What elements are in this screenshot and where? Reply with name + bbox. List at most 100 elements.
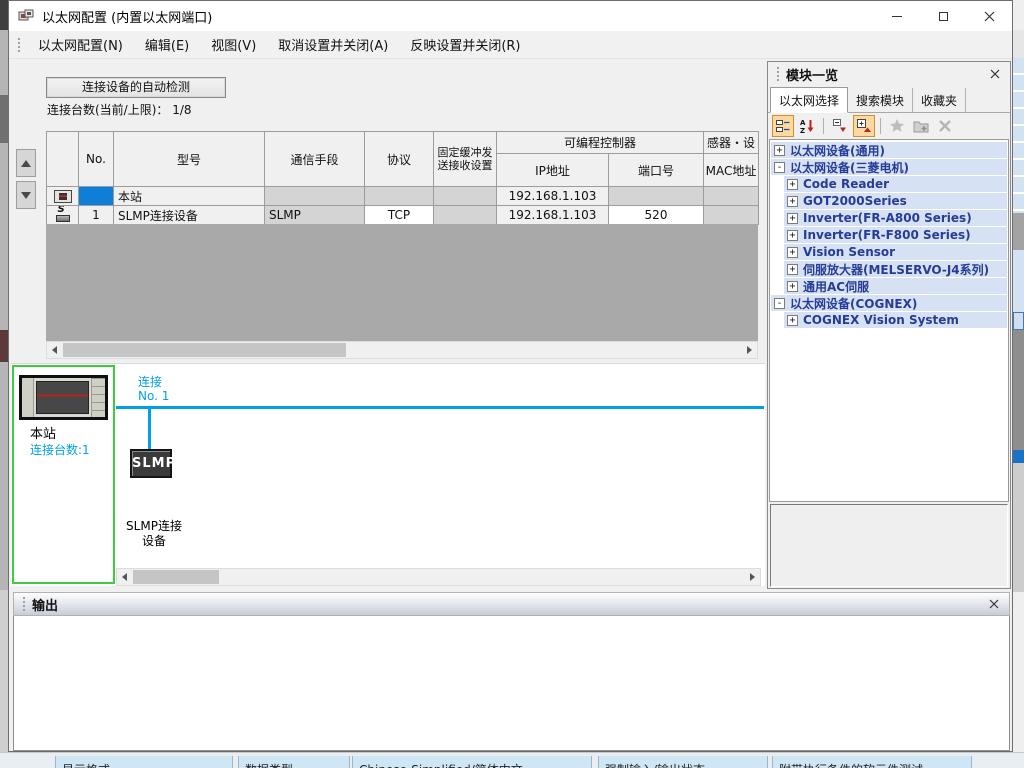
menu-ethernet-config[interactable]: 以太网配置(N) bbox=[27, 31, 134, 58]
background-window-left-edge bbox=[0, 0, 8, 768]
table-horizontal-scrollbar[interactable] bbox=[46, 341, 758, 359]
cell-port[interactable]: 520 bbox=[607, 205, 705, 225]
module-tree: + 以太网设备(通用) - 以太网设备(三菱电机) + Code Reader + GO… bbox=[769, 139, 1009, 502]
cell-no[interactable] bbox=[78, 186, 114, 206]
module-detail-box bbox=[770, 504, 1008, 587]
module-panel-tabs: 以太网选择 搜索模块 收藏夹 bbox=[768, 86, 1010, 113]
expand-icon[interactable]: + bbox=[787, 195, 798, 207]
favorite-star-icon[interactable] bbox=[886, 115, 908, 137]
maximize-button[interactable] bbox=[920, 1, 966, 31]
move-down-button[interactable] bbox=[16, 181, 36, 209]
tree-item-inverter-frf800[interactable]: + Inverter(FR-F800 Series) bbox=[771, 227, 1007, 243]
status-segment: Chinese-Simplified/简体中文 bbox=[352, 756, 592, 768]
column-header-model: 型号 bbox=[113, 131, 265, 187]
module-panel-close-button[interactable] bbox=[986, 65, 1004, 83]
tree-item-servo-melservo-j4[interactable]: + 伺服放大器(MELSERVO-J4系列) bbox=[771, 261, 1007, 277]
expand-icon[interactable]: + bbox=[787, 280, 798, 292]
drag-handle-icon[interactable] bbox=[22, 596, 26, 612]
tree-item-generic-ac-servo[interactable]: + 通用AC伺服 bbox=[771, 278, 1007, 294]
device-config-table: No. 型号 通信手段 协议 固定缓冲发送接收设置 可编程控制器 感器・设 IP… bbox=[46, 131, 760, 225]
diagram-horizontal-scrollbar[interactable] bbox=[116, 568, 761, 586]
tree-item-inverter-fra800[interactable]: + Inverter(FR-A800 Series) bbox=[771, 210, 1007, 226]
scroll-left-icon[interactable] bbox=[47, 342, 62, 358]
expand-icon[interactable]: + bbox=[787, 314, 798, 326]
close-button[interactable] bbox=[966, 1, 1012, 31]
drag-handle-icon[interactable] bbox=[776, 66, 780, 82]
scrollbar-thumb[interactable] bbox=[63, 343, 346, 357]
move-up-button[interactable] bbox=[16, 149, 36, 177]
slmp-device-icon: S bbox=[55, 207, 71, 223]
expand-icon[interactable]: + bbox=[787, 178, 798, 190]
column-header-no: No. bbox=[78, 131, 114, 187]
cell-model[interactable]: 本站 bbox=[113, 186, 265, 206]
expand-icon[interactable]: + bbox=[787, 246, 798, 258]
add-favorite-icon[interactable] bbox=[910, 115, 932, 137]
module-panel-toolbar: AZ bbox=[768, 113, 1010, 139]
cell-comm[interactable]: SLMP bbox=[264, 205, 365, 225]
window-title: 以太网配置 (内置以太网端口) bbox=[42, 10, 213, 26]
host-station-panel[interactable]: 本站 连接台数:1 bbox=[12, 365, 115, 584]
scrollbar-thumb[interactable] bbox=[133, 570, 219, 584]
tree-item-ethernet-mitsubishi[interactable]: - 以太网设备(三菱电机) bbox=[771, 159, 1007, 175]
group-header-sensor: 感器・设 bbox=[703, 131, 760, 154]
cell-protocol[interactable]: TCP bbox=[364, 205, 434, 225]
title-bar: 以太网配置 (内置以太网端口) bbox=[9, 1, 1012, 31]
expand-icon[interactable]: + bbox=[787, 212, 798, 224]
scroll-right-icon[interactable] bbox=[742, 342, 757, 358]
table-empty-area bbox=[46, 224, 758, 341]
scroll-right-icon[interactable] bbox=[745, 569, 760, 585]
cell-mac bbox=[703, 205, 760, 225]
collapse-icon[interactable]: - bbox=[774, 161, 785, 173]
expand-icon[interactable]: + bbox=[787, 229, 798, 241]
connection-label: 连接 No. 1 bbox=[138, 375, 170, 403]
tree-display-icon[interactable] bbox=[772, 115, 794, 137]
cell-ip[interactable]: 192.168.1.103 bbox=[496, 186, 609, 206]
delete-icon[interactable] bbox=[934, 115, 956, 137]
minimize-icon bbox=[892, 15, 902, 17]
column-header-mac: MAC地址 bbox=[703, 153, 760, 187]
expand-icon[interactable]: + bbox=[774, 144, 785, 156]
network-drop-line bbox=[148, 406, 151, 450]
cell-no[interactable]: 1 bbox=[78, 205, 114, 225]
cell-ip[interactable]: 192.168.1.103 bbox=[496, 205, 609, 225]
toolbar-separator bbox=[880, 118, 881, 134]
tree-item-ethernet-cognex[interactable]: - 以太网设备(COGNEX) bbox=[771, 295, 1007, 311]
connection-count-label: 连接台数(当前/上限)： bbox=[47, 103, 169, 117]
drag-handle-icon[interactable] bbox=[17, 36, 21, 53]
tree-item-got2000[interactable]: + GOT2000Series bbox=[771, 193, 1007, 209]
minimize-button[interactable] bbox=[874, 1, 920, 31]
tree-item-vision-sensor[interactable]: + Vision Sensor bbox=[771, 244, 1007, 260]
output-content[interactable] bbox=[13, 616, 1010, 751]
menu-apply-close[interactable]: 反映设置并关闭(R) bbox=[399, 31, 531, 58]
tree-item-cognex-vision-system[interactable]: + COGNEX Vision System bbox=[771, 312, 1007, 328]
station-label: 本站 bbox=[30, 427, 57, 442]
tab-favorites[interactable]: 收藏夹 bbox=[913, 88, 967, 112]
app-icon bbox=[18, 9, 34, 21]
output-panel-close-button[interactable] bbox=[985, 595, 1003, 613]
scroll-left-icon[interactable] bbox=[117, 569, 132, 585]
svg-text:Z: Z bbox=[800, 127, 805, 134]
cell-buffer bbox=[433, 205, 497, 225]
expand-icon[interactable]: + bbox=[787, 263, 798, 275]
menu-edit[interactable]: 编辑(E) bbox=[134, 31, 200, 58]
tree-item-ethernet-generic[interactable]: + 以太网设备(通用) bbox=[771, 142, 1007, 158]
tab-search-module[interactable]: 搜索模块 bbox=[848, 88, 914, 112]
status-segment: 显示格式 bbox=[55, 756, 233, 768]
slmp-device-label: SLMP连接设备 bbox=[126, 519, 182, 548]
cell-model[interactable]: SLMP连接设备 bbox=[113, 205, 265, 225]
tab-ethernet-select[interactable]: 以太网选择 bbox=[770, 87, 849, 113]
collapse-icon[interactable]: - bbox=[774, 297, 785, 309]
cell-mac bbox=[703, 186, 760, 206]
expand-display-icon[interactable] bbox=[853, 115, 875, 137]
collapse-tree-icon[interactable] bbox=[829, 115, 851, 137]
module-list-panel: 模块一览 以太网选择 搜索模块 收藏夹 AZ + 以太网设备(通用) - 以太网… bbox=[767, 61, 1011, 589]
tree-item-code-reader[interactable]: + Code Reader bbox=[771, 176, 1007, 192]
menu-cancel-close[interactable]: 取消设置并关闭(A) bbox=[267, 31, 399, 58]
status-bar: 显示格式 数据类型 Chinese-Simplified/简体中文 强制输入/输… bbox=[0, 752, 1024, 768]
sort-az-icon[interactable]: AZ bbox=[796, 115, 818, 137]
slmp-device-node[interactable]: SLMP bbox=[130, 449, 175, 478]
background-window-right-edge bbox=[1013, 0, 1024, 768]
auto-detect-button[interactable]: 连接设备的自动检测 bbox=[46, 77, 226, 98]
menu-view[interactable]: 视图(V) bbox=[200, 31, 267, 58]
module-panel-title: 模块一览 bbox=[786, 68, 839, 84]
